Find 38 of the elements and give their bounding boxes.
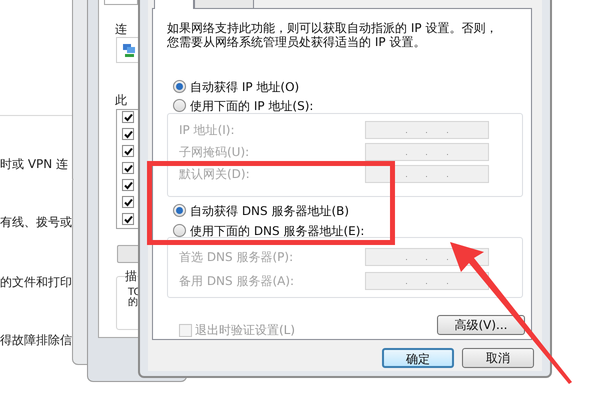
radio-button[interactable] (173, 99, 186, 112)
field-label: IP 地址(I): (179, 122, 235, 139)
checkbox[interactable] (122, 145, 134, 157)
field-label: 首选 DNS 服务器(P): (179, 249, 294, 266)
checkbox-label: 退出时验证设置(L) (195, 322, 296, 339)
radio-label: 使用下面的 IP 地址(S): (190, 98, 314, 114)
text-line: 时或 VPN 连 (0, 156, 68, 173)
ip-address-field[interactable] (365, 121, 489, 139)
checkbox[interactable] (122, 128, 134, 140)
checkbox[interactable] (122, 179, 134, 191)
checkbox[interactable] (122, 111, 134, 123)
radio-button[interactable] (173, 80, 186, 93)
field-label: 子网掩码(U): (179, 144, 250, 161)
checkbox[interactable] (122, 196, 134, 208)
field-label: 默认网关(D): (179, 166, 250, 183)
label: 此 (115, 92, 127, 109)
text-line: 得故障排除信 (0, 332, 72, 349)
radio-label: 自动获得 IP 地址(O) (190, 78, 300, 96)
text-line: 有线、拨号或 (0, 214, 72, 231)
ip-address-field[interactable] (365, 143, 489, 161)
cancel-button[interactable]: 取消 (462, 348, 534, 368)
ok-button[interactable]: 确定 (382, 348, 454, 368)
radio-label: 使用下面的 DNS 服务器地址(E): (190, 222, 364, 240)
text-line: 如果网络支持此功能，则可以获取自动指派的 IP 设置。否则， (167, 21, 498, 35)
ip-address-field[interactable] (365, 272, 489, 290)
radio-button[interactable] (173, 204, 186, 217)
text-line: 的 (128, 297, 138, 308)
checkbox[interactable] (122, 213, 134, 225)
text-line: 您需要从网络系统管理员处获得适当的 IP 设置。 (167, 35, 426, 49)
radio-label: 自动获得 DNS 服务器地址(B) (190, 202, 350, 220)
label: 连 (115, 21, 127, 38)
radio-button[interactable] (173, 224, 186, 237)
advanced-button[interactable]: 高级(V)... (437, 315, 525, 335)
group-label: 描 (125, 267, 137, 285)
ip-address-field[interactable] (365, 165, 489, 183)
field-label: 备用 DNS 服务器(A): (179, 273, 294, 290)
text-line: 的文件和打印 (0, 274, 72, 291)
checkbox[interactable] (122, 162, 134, 174)
